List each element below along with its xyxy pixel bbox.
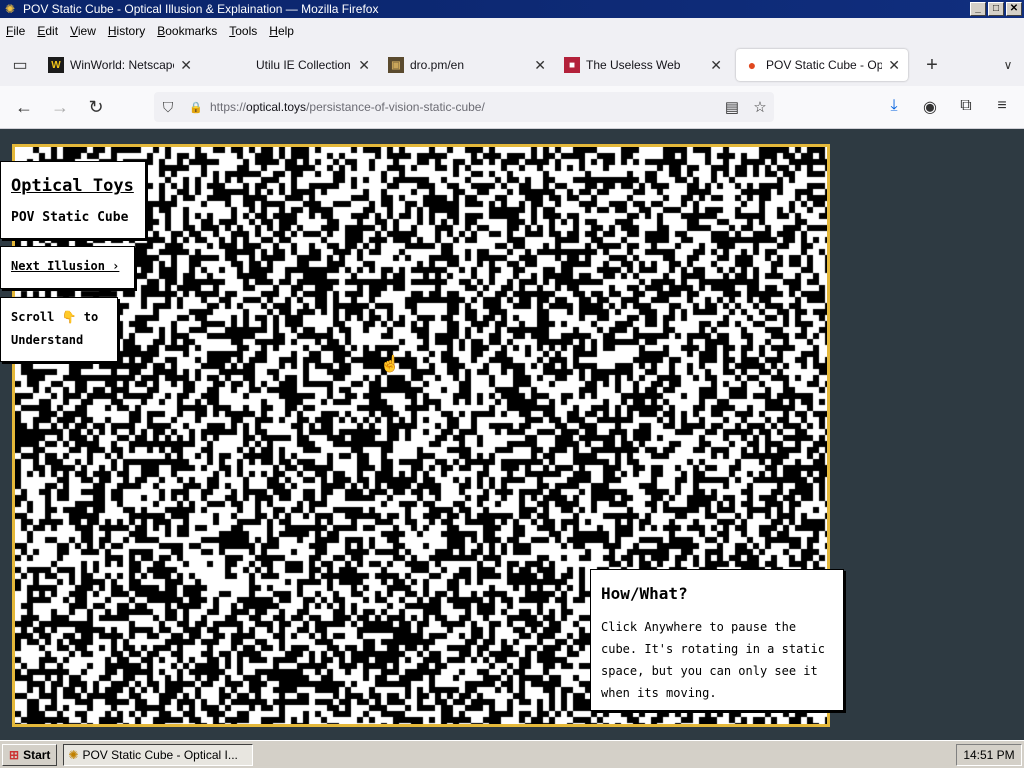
scroll-hint-line1: Scroll 👇 to (11, 310, 99, 324)
how-what-body: Click Anywhere to pause the cube. It's r… (601, 620, 825, 700)
list-all-tabs-button[interactable]: ∨ (992, 58, 1024, 72)
taskbar-button-label: POV Static Cube - Optical I... (82, 747, 238, 762)
firefox-icon: ✺ (68, 747, 79, 762)
lock-icon[interactable]: 🔒 (182, 101, 210, 114)
app-menu-icon[interactable]: ≡ (986, 97, 1018, 117)
menu-bar: File Edit View History Bookmarks Tools H… (0, 18, 1024, 44)
url-bar[interactable]: ⛉ 🔒 https://optical.toys/persistance-of-… (154, 92, 774, 122)
url-prefix: https:// (210, 100, 247, 114)
menu-tools[interactable]: Tools (223, 24, 263, 38)
next-illusion-link[interactable]: Next Illusion › (11, 259, 119, 273)
taskbar-firefox-button[interactable]: ✺ POV Static Cube - Optical I... (63, 743, 254, 766)
tab-strip: ▭ W WinWorld: Netscape 7.2 | ✕ Utilu IE … (0, 44, 1024, 86)
url-text[interactable]: https://optical.toys/persistance-of-visi… (210, 100, 718, 114)
tab-label: The Useless Web (586, 58, 681, 72)
tab-close-icon[interactable]: ✕ (358, 57, 370, 74)
tab-winworld[interactable]: W WinWorld: Netscape 7.2 | ✕ (40, 49, 200, 81)
page-title: POV Static Cube (11, 210, 129, 225)
tab-pov-static-cube[interactable]: ● POV Static Cube - Optical ✕ (736, 49, 908, 81)
window-title: POV Static Cube - Optical Illusion & Exp… (23, 2, 379, 16)
reload-button[interactable]: ↻ (78, 97, 114, 118)
hand-cursor-icon: ☝ (380, 356, 400, 373)
account-icon[interactable]: ◉ (914, 97, 946, 117)
start-label: Start (23, 747, 51, 762)
tab-close-icon[interactable]: ✕ (710, 57, 722, 74)
how-what-panel: How/What? Click Anywhere to pause the cu… (590, 569, 844, 711)
windows-taskbar: ⊞ Start ✺ POV Static Cube - Optical I...… (0, 740, 1024, 768)
url-host: optical.toys (246, 100, 307, 114)
clock-text: 14:51 PM (963, 747, 1015, 762)
dro-favicon-icon: ▣ (388, 57, 404, 73)
reader-view-icon[interactable]: ▤ (718, 98, 746, 116)
navigation-toolbar: ← → ↻ ⛉ 🔒 https://optical.toys/persistan… (0, 86, 1024, 129)
tab-utilu[interactable]: Utilu IE Collection 1.7.2.1 | ✕ (200, 49, 378, 81)
menu-history[interactable]: History (102, 24, 151, 38)
tab-close-icon[interactable]: ✕ (180, 57, 192, 74)
system-clock[interactable]: 14:51 PM (956, 743, 1022, 766)
url-path: /persistance-of-vision-static-cube/ (306, 100, 485, 114)
scroll-hint-line2: Understand (11, 333, 84, 347)
shield-icon[interactable]: ⛉ (154, 99, 182, 116)
window-title-bar[interactable]: ✺ POV Static Cube - Optical Illusion & E… (0, 0, 1024, 18)
how-what-heading: How/What? (601, 584, 688, 603)
menu-help[interactable]: Help (263, 24, 300, 38)
tab-label: dro.pm/en (410, 58, 465, 72)
start-button[interactable]: ⊞ Start (2, 743, 58, 766)
new-tab-button[interactable]: + (916, 54, 948, 77)
close-button[interactable]: ✕ (1006, 2, 1022, 16)
windows-logo-icon: ⊞ (9, 747, 20, 762)
site-brand-link[interactable]: Optical Toys (11, 176, 134, 196)
menu-view[interactable]: View (64, 24, 102, 38)
tab-label: POV Static Cube - Optical (766, 58, 883, 72)
brand-panel: Optical Toys POV Static Cube (0, 161, 146, 239)
tomato-favicon-icon: ● (747, 57, 757, 73)
maximize-button[interactable]: □ (988, 2, 1004, 16)
menu-edit[interactable]: Edit (31, 24, 64, 38)
minimize-button[interactable]: _ (970, 2, 986, 16)
extensions-icon[interactable]: ⧉ (950, 97, 982, 117)
winworld-favicon-icon: W (48, 57, 64, 73)
tab-overview-icon[interactable]: ▭ (0, 45, 40, 85)
next-illusion-panel: Next Illusion › (0, 246, 135, 289)
forward-button[interactable]: → (42, 97, 78, 118)
downloads-icon[interactable]: ⤓ (878, 97, 910, 117)
tab-close-icon[interactable]: ✕ (888, 57, 900, 74)
firefox-icon: ✺ (4, 2, 16, 16)
scroll-hint-panel: Scroll 👇 to Understand (0, 297, 118, 362)
page-content: Optical Toys POV Static Cube Next Illusi… (0, 129, 1024, 740)
tab-label: Utilu IE Collection 1.7.2.1 | (256, 58, 352, 72)
menu-bookmarks[interactable]: Bookmarks (151, 24, 223, 38)
tab-dro[interactable]: ▣ dro.pm/en ✕ (378, 49, 554, 81)
back-button[interactable]: ← (6, 97, 42, 118)
useless-web-favicon-icon: ■ (564, 57, 580, 73)
tab-useless-web[interactable]: ■ The Useless Web ✕ (554, 49, 730, 81)
menu-file[interactable]: File (0, 24, 31, 38)
bookmark-star-icon[interactable]: ☆ (746, 98, 774, 116)
tab-label: WinWorld: Netscape 7.2 | (70, 58, 175, 72)
tab-close-icon[interactable]: ✕ (534, 57, 546, 74)
